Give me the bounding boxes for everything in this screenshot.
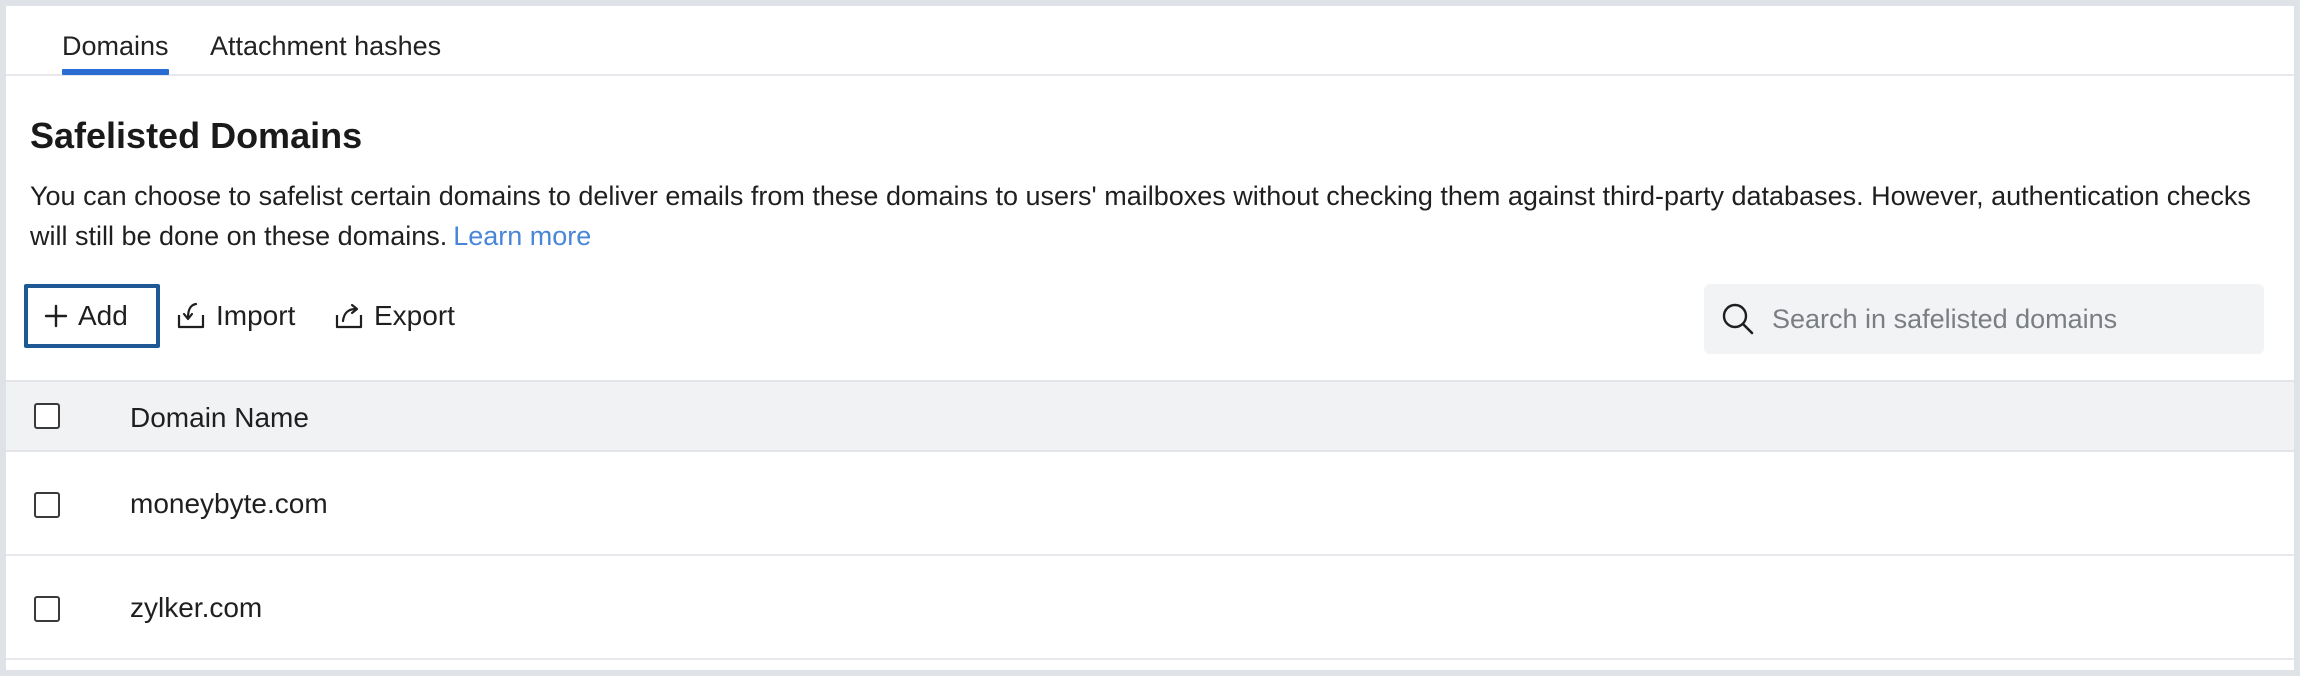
domain-name-cell: zylker.com <box>130 592 263 623</box>
tab-domains[interactable]: Domains <box>62 26 169 75</box>
import-button-label: Import <box>216 300 296 331</box>
search-input[interactable] <box>1770 302 2254 336</box>
search-box[interactable] <box>1704 284 2264 354</box>
search-icon <box>1722 303 1754 335</box>
table-row[interactable]: zylker.com <box>6 556 2294 660</box>
add-button[interactable]: Add <box>24 284 160 348</box>
export-button[interactable]: Export <box>334 284 455 348</box>
plus-icon <box>44 304 68 328</box>
learn-more-link[interactable]: Learn more <box>453 221 591 251</box>
import-button[interactable]: Import <box>176 284 295 348</box>
import-icon <box>177 302 205 329</box>
select-all-checkbox[interactable] <box>34 403 60 429</box>
row-checkbox[interactable] <box>34 492 60 518</box>
table-row[interactable]: moneybyte.com <box>6 452 2294 556</box>
table-header: Domain Name <box>6 380 2294 452</box>
add-button-label: Add <box>78 300 128 331</box>
domain-name-cell: moneybyte.com <box>130 488 328 519</box>
safelist-panel: Domains Attachment hashes Safelisted Dom… <box>6 6 2294 670</box>
page-title: Safelisted Domains <box>30 115 363 156</box>
domains-table: Domain Name moneybyte.com zylker.com <box>6 380 2294 660</box>
export-button-label: Export <box>374 300 455 331</box>
page-description: You can choose to safelist certain domai… <box>30 176 2270 256</box>
row-checkbox[interactable] <box>34 596 60 622</box>
column-header-domain-name[interactable]: Domain Name <box>130 402 309 434</box>
description-text: You can choose to safelist certain domai… <box>30 181 2251 251</box>
tab-bar: Domains Attachment hashes <box>6 6 2294 76</box>
export-icon <box>335 303 363 329</box>
tab-attachment-hashes[interactable]: Attachment hashes <box>210 26 441 74</box>
